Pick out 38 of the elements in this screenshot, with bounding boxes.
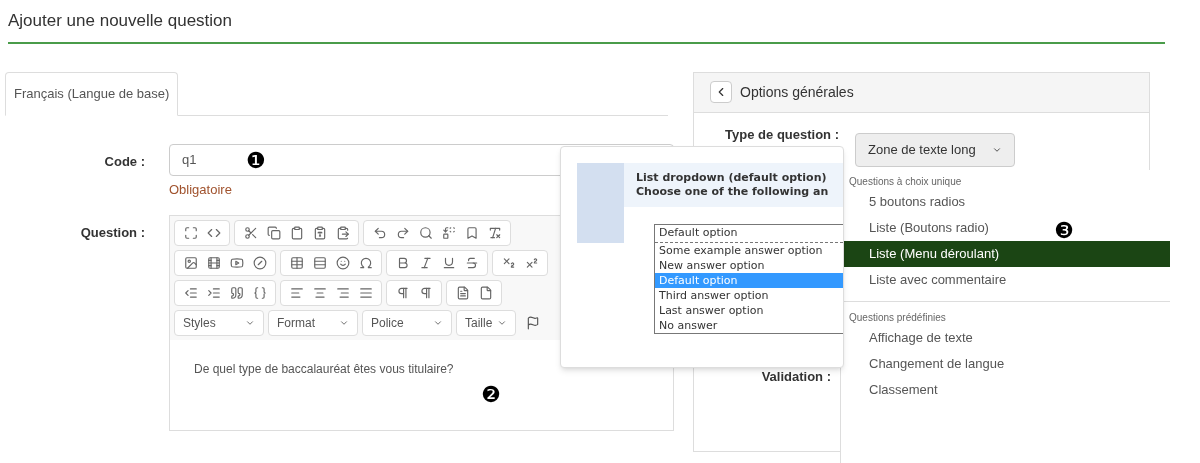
callout-number: ❷ [481, 384, 501, 406]
preview-option[interactable]: No answer [655, 318, 843, 333]
menu-item[interactable]: Changement de langue [869, 351, 1005, 377]
panel-title: Options générales [740, 82, 854, 102]
back-button[interactable] [710, 81, 732, 103]
toolbar-dropdown[interactable]: Format [268, 310, 358, 336]
preview-option[interactable]: Some example answer option [655, 243, 843, 258]
preview-option[interactable]: New answer option [655, 258, 843, 273]
question-text: De quel type de baccalauréat êtes vous titulaire? [194, 361, 454, 378]
error-message: Obligatoire [169, 180, 232, 199]
language-tab[interactable]: Français (Langue de base) [5, 71, 179, 116]
toolbar-dropdown[interactable]: Styles [174, 310, 264, 336]
callout-number: ❶ [246, 150, 266, 172]
preview-question-subtitle: Choose one of the following an [636, 185, 829, 199]
field-label: Type de question : [724, 125, 839, 144]
menu-item[interactable]: Affichage de texte [869, 325, 973, 351]
menu-item[interactable]: Liste (Menu déroulant) [841, 241, 1170, 267]
field-label: Code : [103, 152, 145, 171]
menu-group-heading: Questions à choix unique [848, 175, 963, 189]
menu-group-heading: Questions prédéfinies [848, 311, 947, 325]
menu-item[interactable]: 5 boutons radios [869, 189, 966, 215]
toolbar-dropdown[interactable]: Taille [456, 310, 516, 336]
preview-select[interactable]: Default option [655, 225, 843, 243]
field-label: Question : [79, 224, 145, 242]
preview-option[interactable]: Third answer option [655, 288, 843, 303]
question-type-dropdown[interactable]: Zone de texte long [855, 132, 1015, 167]
caret-icon [433, 318, 443, 328]
preview-option[interactable]: Last answer option [655, 303, 843, 318]
toolbar-dropdown[interactable]: Police [362, 310, 452, 336]
field-label: Validation : [760, 367, 831, 386]
caret-icon [339, 318, 349, 328]
page-title: Ajouter une nouvelle question [8, 10, 232, 32]
menu-item[interactable]: Liste (Boutons radio) [869, 215, 989, 241]
caret-icon [497, 318, 507, 328]
menu-item[interactable]: Classement [869, 377, 938, 403]
menu-item[interactable]: Liste avec commentaire [869, 267, 1007, 293]
caret-icon [245, 318, 255, 328]
callout-number: ❸ [1054, 220, 1074, 242]
